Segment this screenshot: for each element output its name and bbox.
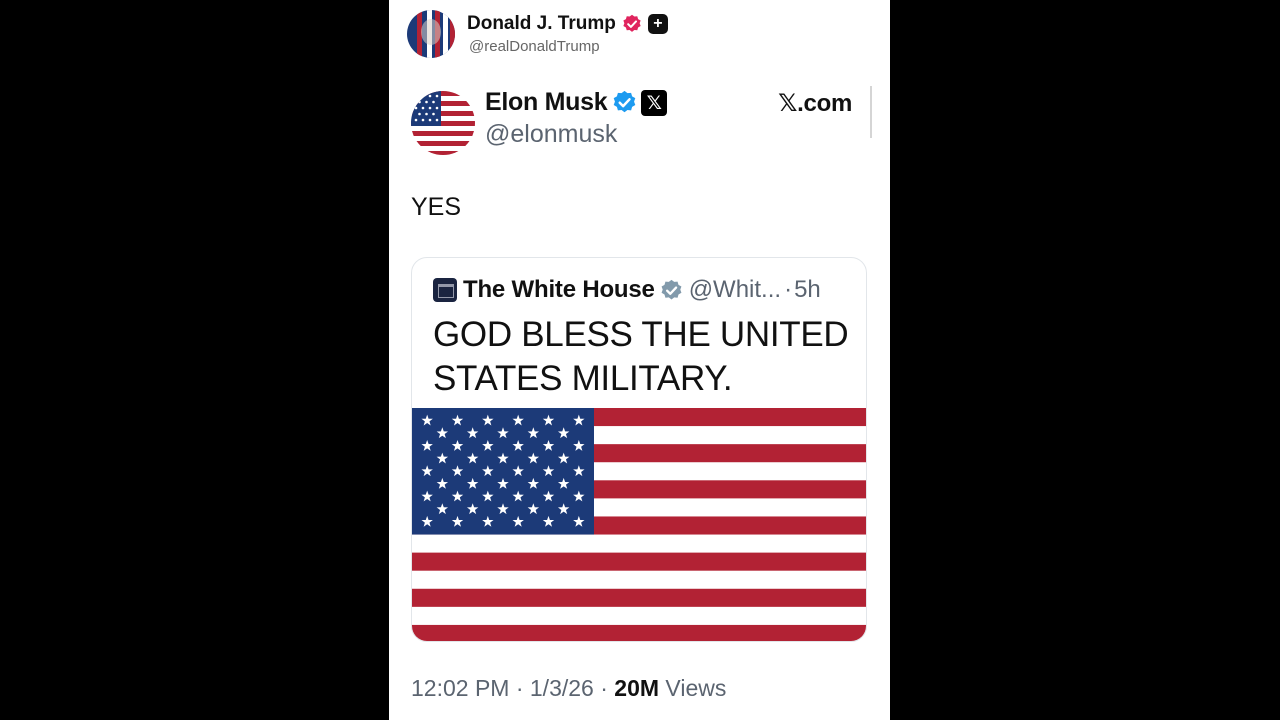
x-logo-icon: 𝕏 (641, 89, 668, 116)
quoted-post-text: GOD BLESS THE UNITED STATES MILITARY. (433, 315, 849, 398)
us-flag-image[interactable] (412, 408, 866, 641)
quoted-separator: · (784, 276, 793, 303)
divider (870, 86, 872, 138)
post-screenshot-panel: Donald J. Trump + @realDonaldTrump Elon … (389, 0, 890, 720)
x-display-name[interactable]: Elon Musk (485, 88, 608, 117)
quoted-age[interactable]: 5h (794, 276, 821, 304)
post-timestamp[interactable]: 12:02 PM · 1/3/26 · (411, 675, 614, 701)
outer-post-header: Donald J. Trump + @realDonaldTrump (407, 10, 877, 58)
flag-stripe (412, 588, 866, 607)
flag-stripe (412, 624, 866, 641)
views-label: Views (659, 675, 727, 701)
views-count: 20M (614, 675, 660, 701)
government-badge-icon (661, 279, 682, 299)
flag-stripe (412, 552, 866, 571)
outer-avatar[interactable] (407, 10, 455, 58)
x-handle[interactable]: @elonmusk (485, 120, 617, 149)
outer-handle[interactable]: @realDonaldTrump (469, 38, 600, 55)
x-brand-link[interactable]: 𝕏.com (778, 89, 852, 118)
outer-display-name[interactable]: Donald J. Trump (467, 13, 616, 35)
flag-canton (412, 408, 594, 535)
plus-badge-icon: + (647, 14, 668, 34)
quoted-post-card[interactable]: The White House @Whit... · 5h GOD BLESS … (411, 257, 867, 642)
white-house-logo (433, 278, 457, 302)
x-avatar[interactable] (411, 91, 475, 155)
post-text: YES (411, 193, 462, 221)
quoted-handle[interactable]: @Whit... (689, 276, 781, 304)
verified-badge-icon (623, 14, 641, 32)
verified-badge-icon (614, 90, 636, 113)
post-meta: 12:02 PM · 1/3/26 · 20M Views (411, 675, 726, 702)
quoted-display-name[interactable]: The White House (463, 276, 655, 304)
